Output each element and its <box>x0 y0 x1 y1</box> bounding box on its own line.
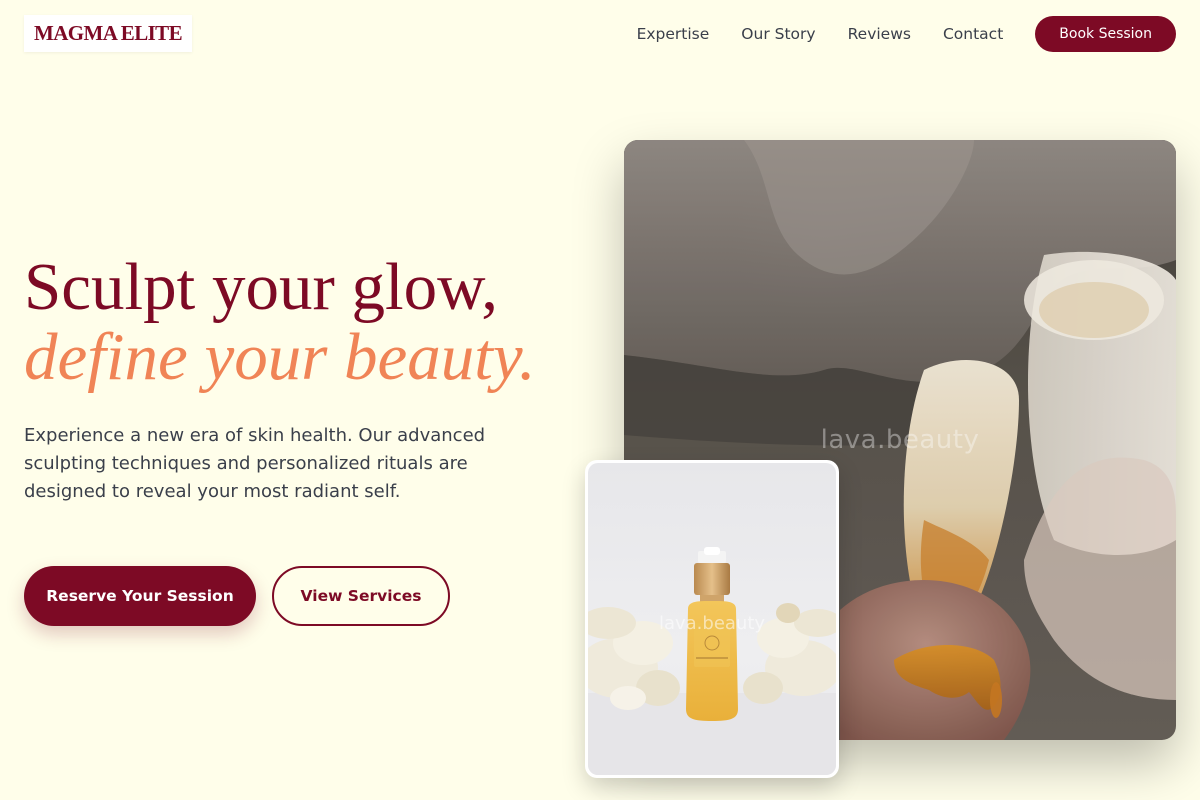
product-image-card: lava.beauty <box>585 460 839 778</box>
book-session-button[interactable]: Book Session <box>1035 16 1176 52</box>
main-image-watermark: lava.beauty <box>820 425 980 455</box>
nav-link-contact[interactable]: Contact <box>943 25 1003 43</box>
view-services-button[interactable]: View Services <box>272 566 450 626</box>
hero-headline: Sculpt your glow, define your beauty. <box>24 252 536 392</box>
serum-bottle-image: lava.beauty <box>588 463 836 775</box>
headline-line-1: Sculpt your glow, <box>24 250 498 324</box>
nav-link-reviews[interactable]: Reviews <box>848 25 911 43</box>
hero-description: Experience a new era of skin health. Our… <box>24 425 486 502</box>
nav-link-expertise[interactable]: Expertise <box>637 25 710 43</box>
nav-link-our-story[interactable]: Our Story <box>741 25 815 43</box>
brand-logo[interactable]: MAGMA ELITE <box>24 15 192 52</box>
headline-line-2: define your beauty. <box>24 320 536 394</box>
product-image-watermark: lava.beauty <box>658 613 766 634</box>
main-nav: Expertise Our Story Reviews Contact Book… <box>637 16 1176 52</box>
reserve-session-button[interactable]: Reserve Your Session <box>24 566 256 626</box>
